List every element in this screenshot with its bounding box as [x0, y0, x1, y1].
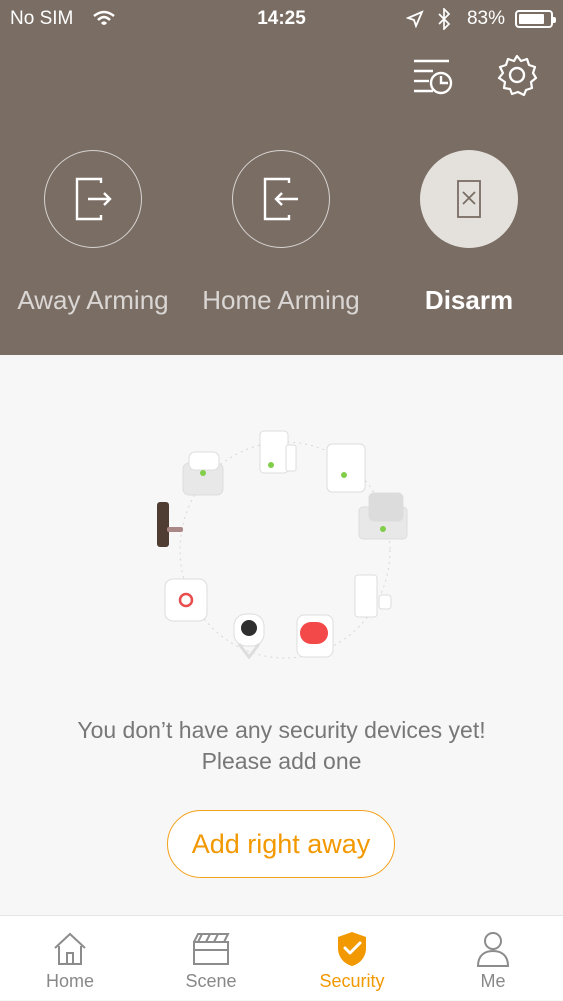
tab-home-label: Home — [45, 971, 94, 991]
disarm-label: Disarm — [424, 285, 514, 315]
location-arrow-icon — [406, 10, 424, 28]
tab-security-label: Security — [319, 971, 385, 991]
disarm-icon — [457, 180, 481, 218]
tab-scene[interactable]: Scene — [141, 916, 281, 1001]
battery-percent: 83% — [466, 8, 505, 29]
away-arming-mode[interactable]: Away Arming — [0, 150, 186, 316]
clapperboard-icon — [193, 933, 230, 965]
add-right-away-button[interactable]: Add right away — [167, 810, 395, 878]
bluetooth-icon — [438, 8, 451, 30]
security-devices-circle-illustration — [157, 430, 408, 660]
shield-check-icon — [338, 932, 366, 966]
empty-state-line-1: You don’t have any security devices yet! — [77, 717, 486, 743]
enter-door-icon — [263, 177, 298, 221]
user-icon — [476, 932, 510, 967]
battery-level — [519, 14, 544, 24]
battery-icon — [515, 10, 556, 28]
tab-scene-label: Scene — [185, 971, 237, 991]
empty-state-message: You don’t have any security devices yet!… — [0, 715, 563, 777]
empty-state-line-2: Please add one — [201, 748, 362, 774]
tab-home[interactable]: Home — [0, 916, 140, 1001]
disarm-circle — [420, 150, 518, 248]
empty-security-content: You don’t have any security devices yet!… — [0, 355, 563, 915]
home-arming-mode[interactable]: Home Arming — [188, 150, 374, 316]
away-arming-label: Away Arming — [17, 285, 169, 315]
gear-icon[interactable] — [495, 53, 539, 97]
home-arming-circle — [232, 150, 330, 248]
tab-security[interactable]: Security — [282, 916, 422, 1001]
status-bar: No SIM 14:25 83% — [0, 0, 563, 38]
home-icon — [54, 932, 86, 965]
disarm-mode[interactable]: Disarm — [376, 150, 562, 316]
tab-me[interactable]: Me — [423, 916, 563, 1001]
tab-me-label: Me — [480, 971, 506, 991]
history-list-icon[interactable] — [411, 53, 455, 97]
exit-door-icon — [75, 177, 112, 221]
bottom-tab-bar: Home Scene Security Me — [0, 915, 563, 1000]
security-header: No SIM 14:25 83% Away Arming Home Arming… — [0, 0, 563, 355]
away-arming-circle — [44, 150, 142, 248]
home-arming-label: Home Arming — [202, 285, 360, 315]
